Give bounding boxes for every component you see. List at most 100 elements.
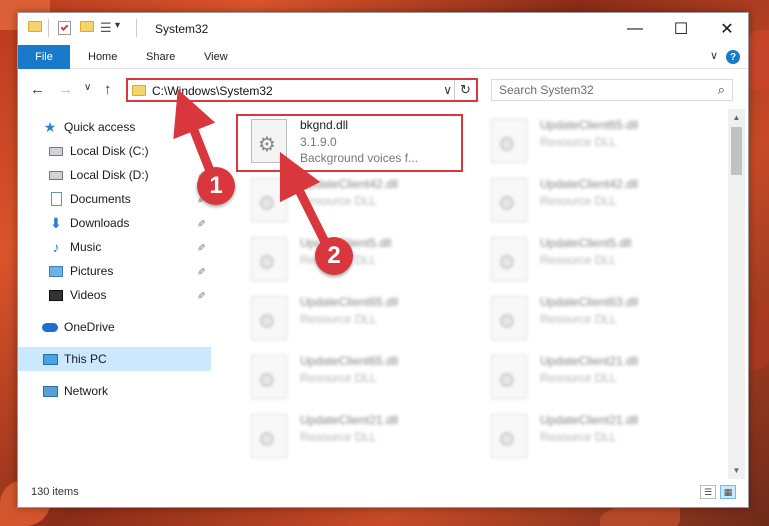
search-icon[interactable]: ⌕ (718, 82, 725, 98)
sidebar-item-pictures[interactable]: Pictures ✎ (18, 259, 211, 283)
file-description: Resource DLL (540, 371, 617, 385)
file-name: UpdateClient63.dll (540, 295, 639, 309)
details-view-icon[interactable]: ☰ (700, 485, 716, 499)
properties-icon[interactable] (58, 21, 71, 35)
search-placeholder: Search System32 (499, 83, 594, 97)
step-1-badge: 1 (197, 167, 235, 205)
sidebar-item-label: Quick access (64, 120, 136, 134)
tab-file[interactable]: File (18, 45, 70, 69)
up-button[interactable]: ↑ (104, 81, 112, 98)
back-button[interactable]: ← (30, 81, 45, 98)
address-path[interactable]: C:\Windows\System32 (152, 84, 273, 98)
pin-icon[interactable]: ✎ (195, 291, 206, 299)
window-title: System32 (155, 22, 209, 36)
sidebar-item-local-disk-c[interactable]: Local Disk (C:) ✎ (18, 139, 211, 163)
dll-file-icon: ⚙ (251, 237, 287, 281)
file-item[interactable]: ⚙ UpdateClient21.dll Resource DLL (476, 349, 701, 405)
file-item[interactable]: ⚙ UpdateClient63.dll Resource DLL (476, 290, 701, 346)
pin-icon[interactable]: ✎ (195, 267, 206, 275)
file-name: UpdateClient5.dll (540, 236, 632, 250)
sidebar-item-label: Pictures (70, 264, 114, 278)
sidebar-item-quick-access[interactable]: ★ Quick access (18, 115, 211, 139)
sidebar-item-downloads[interactable]: ⬇ Downloads ✎ (18, 211, 211, 235)
pictures-icon (48, 264, 64, 278)
sidebar-item-label: Documents (70, 192, 131, 206)
gear-icon: ⚙ (498, 134, 516, 156)
address-bar[interactable]: C:\Windows\System32 ∨ ↻ (126, 78, 478, 102)
tab-home[interactable]: Home (88, 45, 117, 69)
sidebar-item-label: Network (64, 384, 109, 398)
sidebar-item-this-pc[interactable]: This PC (18, 347, 211, 371)
file-item[interactable]: ⚙ UpdateClient65.dll Resource DLL (236, 290, 461, 346)
scroll-up-icon[interactable]: ▲ (728, 109, 745, 126)
highlight-box (236, 114, 463, 172)
sidebar-item-network[interactable]: Network (18, 379, 211, 403)
file-name: UpdateClient21.dll (540, 354, 639, 368)
file-item[interactable]: ⚙ UpdateClient42.dll Resource DLL (476, 172, 701, 228)
item-count: 130 items (31, 486, 79, 498)
file-item[interactable]: ⚙ UpdateClient21.dll Resource DLL (476, 408, 701, 464)
refresh-button[interactable]: ↻ (454, 80, 476, 100)
file-item[interactable]: ⚙ UpdateClient65.dll Resource DLL (236, 349, 461, 405)
maximize-button[interactable]: ☐ (658, 13, 704, 45)
scroll-down-icon[interactable]: ▼ (728, 462, 745, 479)
pin-icon[interactable]: ✎ (195, 147, 206, 155)
sidebar-item-label: Local Disk (C:) (70, 144, 149, 158)
collapse-ribbon-icon[interactable]: ∨ (710, 49, 718, 62)
dll-file-icon: ⚙ (491, 414, 527, 458)
file-item[interactable]: ⚙ UpdateClient5.dll Resource DLL (476, 231, 701, 287)
sidebar-item-label: This PC (64, 352, 107, 366)
forward-button[interactable]: → (58, 81, 73, 98)
sidebar-item-onedrive[interactable]: OneDrive (18, 315, 211, 339)
file-name: UpdateClient21.dll (300, 413, 399, 427)
large-icons-view-icon[interactable]: ▦ (720, 485, 736, 499)
navigation-pane: ★ Quick access Local Disk (C:) ✎ Local Disk … (18, 109, 211, 479)
folder-icon (132, 85, 146, 96)
gear-icon: ⚙ (258, 429, 276, 451)
scroll-thumb[interactable] (731, 127, 742, 175)
file-description: Resource DLL (300, 430, 377, 444)
gear-icon: ⚙ (498, 252, 516, 274)
sidebar-item-music[interactable]: ♪ Music ✎ (18, 235, 211, 259)
file-explorer-window: ☰ ▾ System32 — ☐ ✕ File Home Share View … (17, 12, 749, 508)
file-item[interactable]: ⚙ UpdateClient21.dll Resource DLL (236, 408, 461, 464)
sidebar-item-label: Local Disk (D:) (70, 168, 149, 182)
tab-view[interactable]: View (204, 45, 228, 69)
file-description: Resource DLL (540, 194, 617, 208)
sidebar-item-local-disk-d[interactable]: Local Disk (D:)✎ (18, 163, 211, 187)
vertical-scrollbar[interactable]: ▲ ▼ (728, 109, 745, 479)
tab-share[interactable]: Share (146, 45, 175, 69)
address-dropdown-icon[interactable]: ∨ (443, 83, 452, 97)
dll-file-icon: ⚙ (251, 178, 287, 222)
folder-icon (28, 21, 42, 32)
new-folder-icon[interactable] (80, 21, 94, 32)
dll-file-icon: ⚙ (251, 296, 287, 340)
file-item[interactable]: ⚙ UpdateClient42.dll Resource DLL (236, 172, 461, 228)
file-name: UpdateClient42.dll (300, 177, 399, 191)
ribbon: File Home Share View ∨ ? (18, 45, 748, 69)
sidebar-item-videos[interactable]: Videos ✎ (18, 283, 211, 307)
file-description: Resource DLL (540, 312, 617, 326)
download-icon: ⬇ (50, 214, 62, 231)
music-icon: ♪ (52, 239, 60, 255)
help-button[interactable]: ? (726, 50, 740, 64)
gear-icon: ⚙ (498, 311, 516, 333)
customize-toolbar-icon[interactable]: ☰ (100, 20, 112, 36)
file-item[interactable]: ⚙ UpdateClient65.dll Resource DLL (476, 113, 701, 169)
pin-icon[interactable]: ✎ (195, 219, 206, 227)
network-icon (42, 384, 58, 398)
sidebar-item-documents[interactable]: Documents ✎ (18, 187, 211, 211)
documents-icon (48, 192, 64, 206)
search-input[interactable]: Search System32 ⌕ (491, 79, 733, 101)
gear-icon: ⚙ (498, 370, 516, 392)
sidebar-item-label: Music (70, 240, 102, 254)
close-button[interactable]: ✕ (704, 13, 748, 45)
quick-access-dropdown-icon[interactable]: ▾ (115, 20, 120, 31)
minimize-button[interactable]: — (612, 13, 658, 45)
drive-icon (48, 168, 64, 182)
step-2-badge: 2 (315, 237, 353, 275)
file-description: Resource DLL (540, 135, 617, 149)
pin-icon[interactable]: ✎ (195, 243, 206, 251)
recent-locations-button[interactable]: ∨ (84, 82, 91, 93)
gear-icon: ⚙ (258, 193, 276, 215)
